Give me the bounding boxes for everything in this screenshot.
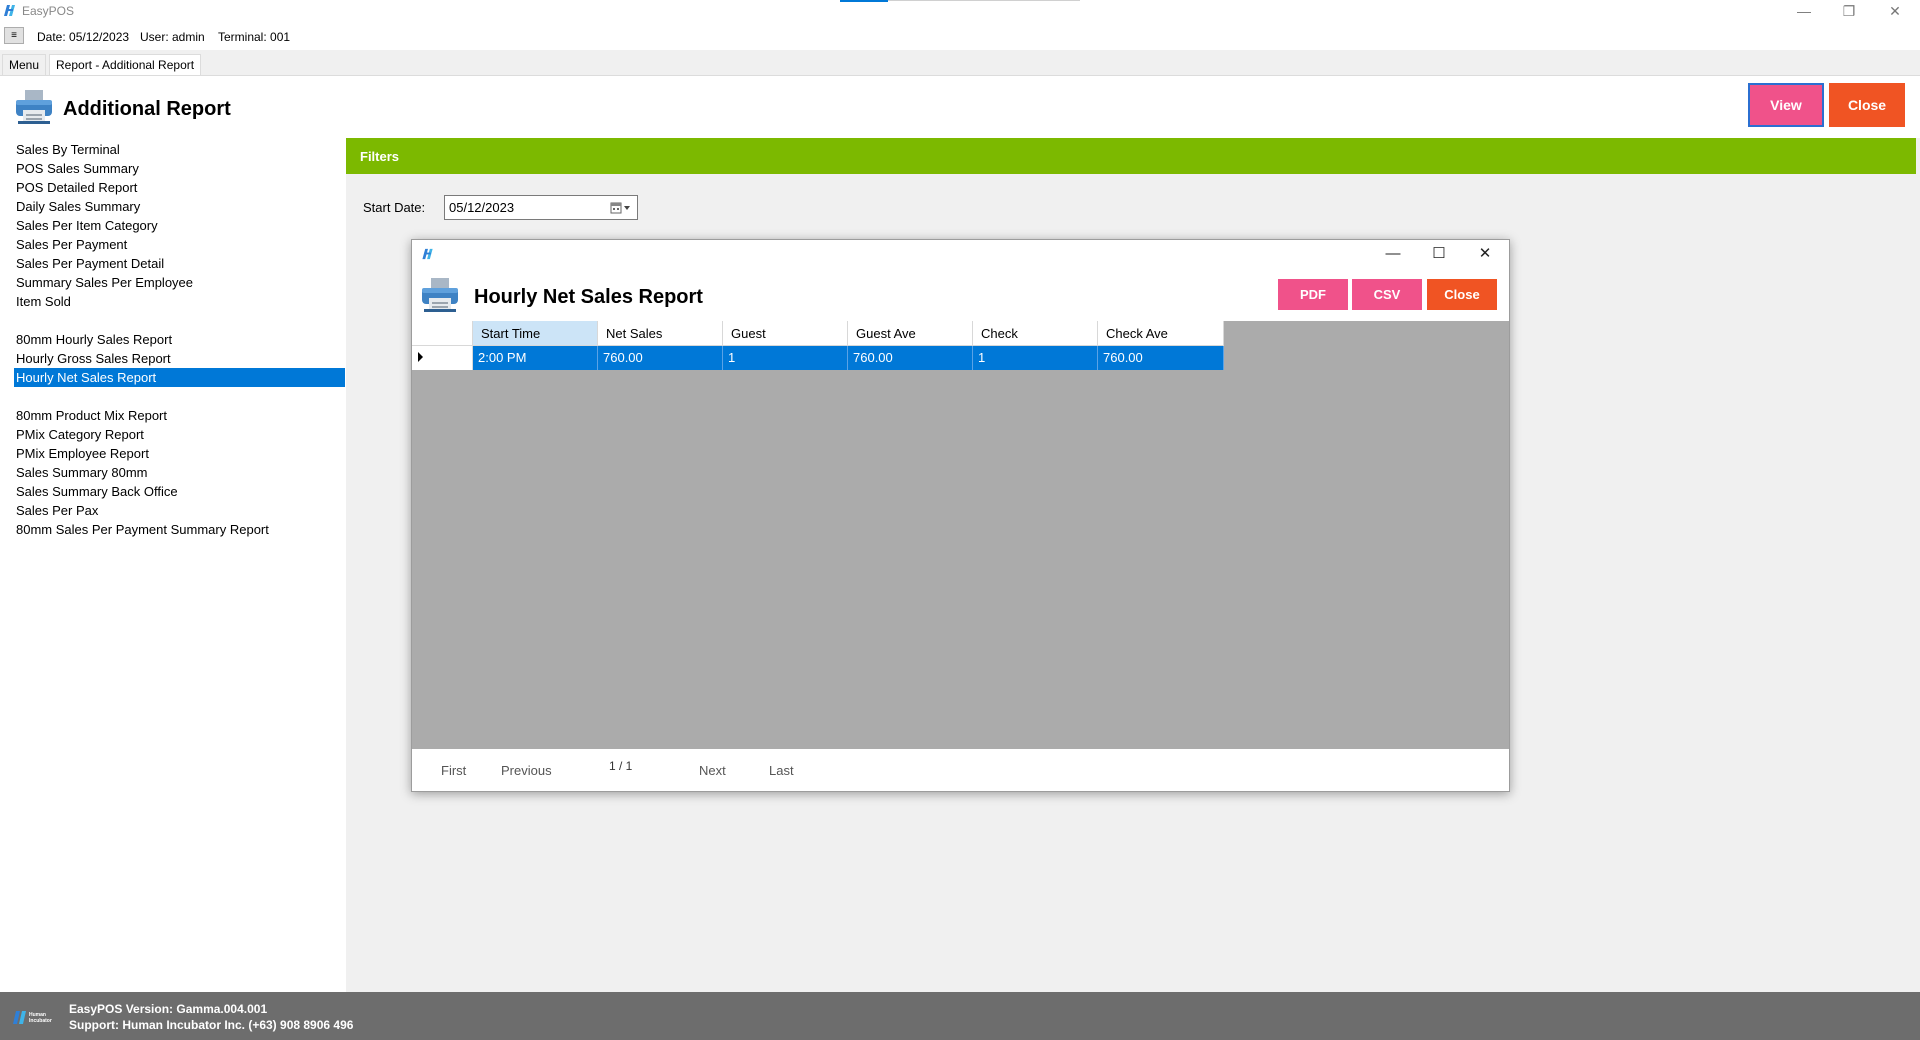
column-header-net-sales[interactable]: Net Sales bbox=[598, 321, 723, 346]
dialog-maximize-button[interactable]: ☐ bbox=[1419, 243, 1459, 265]
pager-previous-link[interactable]: Previous bbox=[501, 763, 552, 778]
pager-next-link[interactable]: Next bbox=[699, 763, 726, 778]
printer-icon bbox=[16, 90, 52, 124]
column-header-check[interactable]: Check bbox=[973, 321, 1098, 346]
report-item-80mm-product-mix[interactable]: 80mm Product Mix Report bbox=[14, 406, 345, 425]
svg-text:Incubator: Incubator bbox=[29, 1018, 52, 1024]
footer-support: Support: Human Incubator Inc. (+63) 908 … bbox=[69, 1018, 354, 1032]
pager-last-link[interactable]: Last bbox=[769, 763, 794, 778]
pager-first-link[interactable]: First bbox=[441, 763, 466, 778]
report-item-sales-per-item-category[interactable]: Sales Per Item Category bbox=[14, 216, 345, 235]
report-item-sales-summary-back-office[interactable]: Sales Summary Back Office bbox=[14, 482, 345, 501]
report-item-pos-detailed-report[interactable]: POS Detailed Report bbox=[14, 178, 345, 197]
app-logo-icon bbox=[4, 5, 15, 16]
cell-check[interactable]: 1 bbox=[973, 346, 1098, 370]
tab-menu[interactable]: Menu bbox=[2, 54, 47, 75]
cell-check-ave[interactable]: 760.00 bbox=[1098, 346, 1224, 370]
report-item-item-sold[interactable]: Item Sold bbox=[14, 292, 345, 311]
filters-title: Filters bbox=[360, 149, 400, 164]
tab-strip bbox=[0, 50, 1920, 76]
report-item-sales-by-terminal[interactable]: Sales By Terminal bbox=[14, 140, 345, 159]
start-date-label: Start Date: bbox=[363, 200, 426, 215]
report-grid bbox=[412, 321, 1509, 749]
info-date: Date: 05/12/2023 bbox=[37, 30, 130, 44]
printer-icon bbox=[422, 278, 458, 312]
dialog-close-x-button[interactable]: ✕ bbox=[1465, 243, 1505, 265]
report-item-hourly-gross-sales[interactable]: Hourly Gross Sales Report bbox=[14, 349, 345, 368]
report-item-pmix-category[interactable]: PMix Category Report bbox=[14, 425, 345, 444]
calendar-dropdown-icon[interactable] bbox=[610, 200, 632, 216]
report-item-sales-per-payment-detail[interactable]: Sales Per Payment Detail bbox=[14, 254, 345, 273]
column-header-check-ave[interactable]: Check Ave bbox=[1098, 321, 1224, 346]
column-header-start-time[interactable]: Start Time bbox=[473, 321, 598, 346]
page-header bbox=[0, 76, 1920, 136]
title-bar bbox=[0, 0, 1920, 22]
window-close-button[interactable]: ✕ bbox=[1880, 2, 1910, 20]
tab-additional-report[interactable]: Report - Additional Report bbox=[49, 54, 202, 75]
cell-guest-ave[interactable]: 760.00 bbox=[848, 346, 973, 370]
pager-bar bbox=[412, 749, 1509, 791]
report-item-pos-sales-summary[interactable]: POS Sales Summary bbox=[14, 159, 345, 178]
info-user: User: admin bbox=[140, 30, 205, 44]
page-indicator: 1 / 1 bbox=[609, 759, 633, 773]
app-title: EasyPOS bbox=[22, 4, 75, 18]
app-logo-icon bbox=[422, 248, 433, 260]
row-pointer-icon bbox=[418, 352, 423, 362]
view-button[interactable]: View bbox=[1748, 83, 1824, 127]
page-title: Additional Report bbox=[63, 98, 231, 120]
info-terminal: Terminal: 001 bbox=[218, 30, 291, 44]
filters-bar bbox=[346, 138, 1916, 174]
dialog-close-button[interactable]: Close bbox=[1427, 279, 1497, 310]
report-item-sales-summary-80mm[interactable]: Sales Summary 80mm bbox=[14, 463, 345, 482]
column-header-guest[interactable]: Guest bbox=[723, 321, 848, 346]
column-header-guest-ave[interactable]: Guest Ave bbox=[848, 321, 973, 346]
title-accent-line bbox=[840, 0, 888, 2]
dialog-title: Hourly Net Sales Report bbox=[474, 286, 703, 308]
report-item-hourly-net-sales[interactable]: Hourly Net Sales Report bbox=[14, 368, 345, 387]
grid-corner-header bbox=[412, 321, 473, 346]
report-item-80mm-hourly-sales[interactable]: 80mm Hourly Sales Report bbox=[14, 330, 345, 349]
pdf-button[interactable]: PDF bbox=[1278, 279, 1348, 310]
report-item-pmix-employee[interactable]: PMix Employee Report bbox=[14, 444, 345, 463]
dialog-minimize-button[interactable]: — bbox=[1373, 243, 1413, 265]
csv-button[interactable]: CSV bbox=[1352, 279, 1422, 310]
cell-net-sales[interactable]: 760.00 bbox=[598, 346, 723, 370]
report-item-sales-per-payment[interactable]: Sales Per Payment bbox=[14, 235, 345, 254]
window-minimize-button[interactable]: — bbox=[1789, 2, 1819, 20]
title-divider-line bbox=[888, 0, 1080, 1]
report-item-summary-sales-per-employee[interactable]: Summary Sales Per Employee bbox=[14, 273, 345, 292]
footer-bar bbox=[0, 992, 1920, 1040]
report-item-daily-sales-summary[interactable]: Daily Sales Summary bbox=[14, 197, 345, 216]
company-logo-icon: Human Incubator bbox=[13, 1011, 52, 1024]
footer-version: EasyPOS Version: Gamma.004.001 bbox=[69, 1002, 268, 1016]
window-restore-button[interactable]: ❐ bbox=[1834, 2, 1864, 20]
start-date-input[interactable] bbox=[444, 195, 638, 220]
report-item-80mm-sales-per-payment-summary[interactable]: 80mm Sales Per Payment Summary Report bbox=[14, 520, 345, 539]
report-item-sales-per-pax[interactable]: Sales Per Pax bbox=[14, 501, 345, 520]
close-button[interactable]: Close bbox=[1829, 83, 1905, 127]
cell-start-time[interactable]: 2:00 PM bbox=[473, 346, 598, 370]
cell-guest[interactable]: 1 bbox=[723, 346, 848, 370]
menu-toggle-button[interactable]: ≡ bbox=[4, 27, 24, 44]
